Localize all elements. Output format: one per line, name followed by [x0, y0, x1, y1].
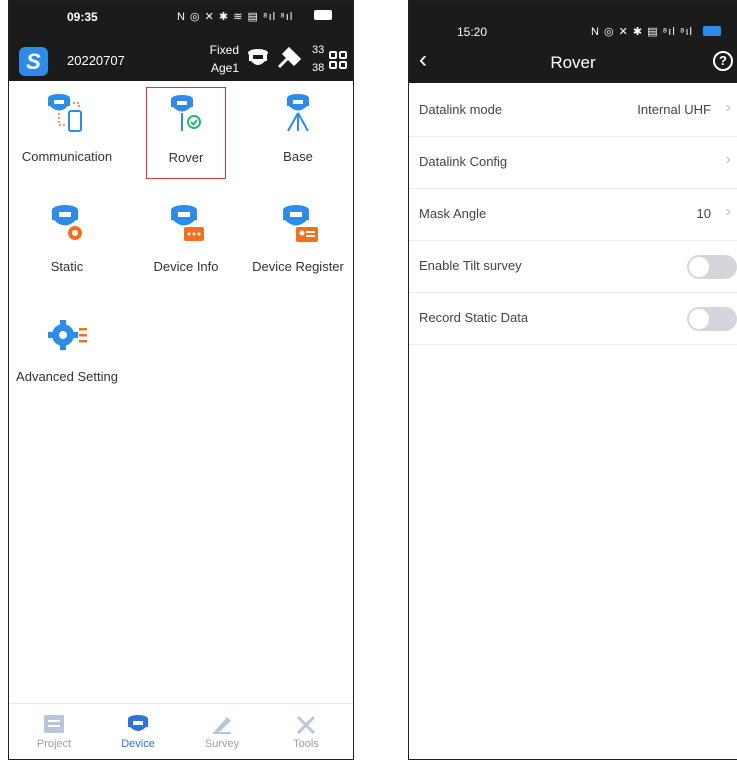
static-icon	[52, 205, 82, 240]
nav-survey[interactable]: Survey	[187, 704, 257, 759]
row-datalink-config[interactable]: Datalink Config ›	[409, 137, 737, 189]
tile-label: Communication	[21, 149, 113, 164]
fix-status: Fixed	[209, 43, 239, 57]
nav-label: Survey	[204, 738, 240, 750]
tile-advanced-setting[interactable]: Advanced Setting	[11, 307, 123, 399]
status-time: 15:20	[457, 25, 488, 39]
tile-label: Static	[50, 259, 84, 274]
grid-menu-icon[interactable]	[329, 51, 347, 69]
app-header: 15:20 N ◎ ✕ ✱ ▤ ⁸ıl ⁸ıl ‹ Rover ?	[409, 1, 737, 83]
tile-rover[interactable]: Rover	[146, 87, 226, 179]
device-info-icon	[171, 205, 204, 241]
tile-label: Base	[283, 149, 313, 164]
tilt-survey-toggle[interactable]	[687, 255, 737, 279]
row-datalink-mode[interactable]: Datalink mode Internal UHF ›	[409, 85, 737, 137]
satellites-used: 33	[312, 44, 325, 56]
chevron-right-icon: ›	[725, 151, 731, 168]
satellite-count: 33 38	[312, 41, 324, 77]
battery-icon	[703, 26, 721, 36]
row-label: Record Static Data	[419, 310, 529, 325]
app-logo[interactable]: S	[19, 47, 48, 76]
base-icon	[287, 94, 309, 132]
nav-project[interactable]: Project	[19, 704, 89, 759]
tools-icon	[296, 715, 316, 734]
satellite-icon[interactable]	[277, 47, 301, 69]
nav-label: Project	[36, 738, 72, 750]
advanced-setting-icon	[48, 320, 87, 350]
app-header: 09:35 N ◎ ✕ ✱ ≋ ▤ ⁸ıl ⁸ıl S 20220707 Fix…	[9, 1, 353, 81]
row-mask-angle[interactable]: Mask Angle 10 ›	[409, 189, 737, 241]
row-enable-tilt-survey: Enable Tilt survey	[409, 241, 737, 293]
age-value: Age1	[210, 61, 239, 75]
status-icons: N ◎ ✕ ✱ ▤ ⁸ıl ⁸ıl	[591, 26, 693, 38]
communication-icon	[48, 94, 82, 132]
bottom-nav: Project Device Survey Tools	[9, 703, 353, 759]
nav-device[interactable]: Device	[103, 704, 173, 759]
row-label: Datalink mode	[419, 102, 503, 117]
tile-label: Device Info	[153, 259, 219, 274]
tile-static[interactable]: Static	[11, 197, 123, 289]
tile-device-info[interactable]: Device Info	[130, 197, 242, 289]
chevron-right-icon: ›	[725, 99, 731, 116]
device-register-icon	[283, 205, 318, 242]
row-record-static-data: Record Static Data	[409, 293, 737, 345]
rover-icon	[171, 95, 201, 131]
status-time: 09:35	[67, 10, 98, 24]
row-value: Internal UHF	[637, 102, 711, 117]
row-label: Enable Tilt survey	[419, 258, 522, 273]
project-code[interactable]: 20220707	[67, 53, 125, 68]
device-icon	[128, 715, 148, 731]
nav-label: Tools	[293, 738, 319, 750]
satellites-visible: 38	[312, 62, 325, 74]
row-label: Datalink Config	[419, 154, 508, 169]
solution-status[interactable]: Fixed Age1	[199, 41, 239, 77]
tile-label: Device Register	[252, 259, 344, 274]
page-title: Rover	[550, 53, 596, 72]
status-icons: N ◎ ✕ ✱ ≋ ▤ ⁸ıl ⁸ıl	[177, 11, 294, 23]
tile-label: Rover	[168, 150, 204, 165]
chevron-right-icon: ›	[725, 203, 731, 220]
receiver-icon[interactable]	[247, 47, 269, 69]
tile-label: Advanced Setting	[16, 369, 118, 384]
row-value: 10	[696, 206, 711, 221]
tile-device-register[interactable]: Device Register	[242, 197, 353, 289]
status-bar: 09:35 N ◎ ✕ ✱ ≋ ▤ ⁸ıl ⁸ıl	[9, 7, 353, 27]
battery-icon	[314, 10, 332, 20]
device-screen: 09:35 N ◎ ✕ ✱ ≋ ▤ ⁸ıl ⁸ıl S 20220707 Fix…	[8, 0, 354, 760]
tile-communication[interactable]: Communication	[11, 87, 123, 179]
help-icon[interactable]: ?	[713, 51, 733, 71]
project-icon	[44, 715, 64, 733]
nav-label: Device	[121, 738, 155, 750]
record-static-toggle[interactable]	[687, 307, 737, 331]
nav-tools[interactable]: Tools	[271, 704, 341, 759]
survey-icon	[213, 717, 231, 734]
rover-settings-screen: 15:20 N ◎ ✕ ✱ ▤ ⁸ıl ⁸ıl ‹ Rover ? Datali…	[408, 0, 737, 760]
tile-base[interactable]: Base	[242, 87, 353, 179]
row-label: Mask Angle	[419, 206, 487, 221]
